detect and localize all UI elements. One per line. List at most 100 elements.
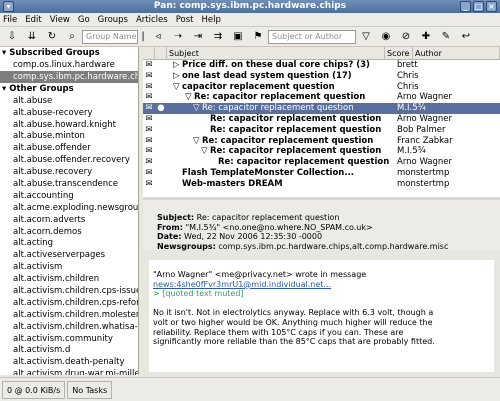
group-item[interactable]: alt.activism.children.whatisa-pedo	[0, 321, 138, 333]
transfer-rate: 0 @ 0.0 KiB/s	[2, 380, 66, 399]
column-subject[interactable]: Subject	[167, 47, 385, 59]
subject-author-search[interactable]: Subject or Author	[268, 29, 356, 44]
group-item[interactable]: alt.activism.children.molesters	[0, 309, 138, 321]
group-item[interactable]: comp.os.linux.hardware	[0, 59, 138, 71]
ignore-icon[interactable]: ⊘	[399, 30, 413, 44]
subject-text: Re: capacitor replacement question	[202, 135, 374, 146]
thread-expander-icon[interactable]: ▷	[173, 71, 182, 82]
group-item[interactable]: alt.abuse.offender	[0, 142, 138, 154]
group-item[interactable]: alt.abuse.howard.knight	[0, 119, 138, 131]
toolbar: ⇩ ⇊ ↻ ⌕ Group Name | ◃ ➝ ⇥ ⇉ ▣ ⚑ Subject…	[0, 27, 500, 47]
menu-edit[interactable]: Edit	[25, 15, 41, 25]
group-item[interactable]: alt.acorn.demos	[0, 226, 138, 238]
article-row[interactable]: ✉ Re: capacitor replacement question Arno …	[143, 157, 500, 168]
article-row[interactable]: ✉ ▷ Price diff. on these dual core chips? …	[143, 60, 500, 71]
group-item[interactable]: alt.acorn.adverts	[0, 214, 138, 226]
article-row[interactable]: ✉ ▽ Re: capacitor replacement question Arno…	[143, 92, 500, 103]
article-row[interactable]: ✉ ▽ capacitor replacement question Chris	[143, 82, 500, 93]
next-thread-icon[interactable]: ⇉	[211, 30, 225, 44]
score-icon[interactable]: ✚	[419, 30, 433, 44]
task-status[interactable]: No Tasks	[67, 380, 113, 399]
group-item[interactable]: alt.activism	[0, 261, 138, 273]
article-row[interactable]: ✉ Flash TemplateMonster Collection... mons…	[143, 168, 500, 179]
get-new-headers-icon[interactable]: ⇩	[5, 30, 19, 44]
group-item[interactable]: alt.abuse.recovery	[0, 166, 138, 178]
thread-expander-icon[interactable]: ▽	[173, 82, 182, 93]
subject-text: Price diff. on these dual core chips? (3…	[182, 60, 370, 70]
subject-text: capacitor replacement question	[182, 81, 335, 92]
maximize-icon[interactable]: □	[473, 1, 484, 12]
group-item-selected[interactable]: comp.sys.ibm.pc.hardware.chips	[0, 70, 138, 83]
menu-go[interactable]: Go	[78, 15, 90, 25]
article-subject: ▽ Re: capacitor replacement question	[167, 92, 397, 103]
group-item[interactable]: alt.activism.d	[0, 344, 138, 356]
thread-expander-icon[interactable]: ▽	[193, 103, 202, 114]
envelope-icon: ✉	[145, 103, 153, 114]
group-item[interactable]: alt.activism.children.cps-issues	[0, 285, 138, 297]
go-forward-icon[interactable]: ➝	[171, 30, 185, 44]
get-all-headers-icon[interactable]: ⇊	[25, 30, 39, 44]
article-body: "Arno Wagner" <me@privacy.net> wrote in …	[149, 260, 494, 372]
envelope-icon: ✉	[145, 167, 153, 178]
column-action[interactable]	[155, 47, 167, 59]
article-row[interactable]: ✉ Web-masters DREAM monstertmp	[143, 179, 500, 190]
save-icon[interactable]: ▣	[231, 30, 245, 44]
group-item[interactable]: alt.activism.children	[0, 273, 138, 285]
menu-help[interactable]: Help	[201, 15, 220, 25]
article-row-selected[interactable]: ✉ ● ▽ Re: capacitor replacement question M.I…	[143, 103, 500, 114]
group-item[interactable]: alt.abuse-recovery	[0, 107, 138, 119]
next-unread-icon[interactable]: ⇥	[191, 30, 205, 44]
article-row[interactable]: ✉ ▽ Re: capacitor replacement question M.I.…	[143, 146, 500, 157]
thread-expander-icon[interactable]: ▽	[201, 146, 210, 157]
menu-groups[interactable]: Groups	[98, 15, 128, 25]
subscribed-groups-header[interactable]: ▾ Subscribed Groups	[0, 47, 138, 59]
group-item[interactable]: alt.abuse.transcendence	[0, 178, 138, 190]
minimize-icon[interactable]: _	[460, 1, 471, 12]
window-menu-icon[interactable]: ▾	[3, 1, 14, 12]
article-row[interactable]: ✉ Re: capacitor replacement question Arno …	[143, 114, 500, 125]
column-score[interactable]: Score	[385, 47, 413, 59]
close-icon[interactable]: ×	[486, 1, 497, 12]
article-row[interactable]: ✉ ▽ Re: capacitor replacement question Fran…	[143, 136, 500, 147]
column-author[interactable]: Author	[413, 47, 500, 59]
group-name-input[interactable]: Group Name	[82, 29, 138, 44]
column-read-status[interactable]	[143, 47, 155, 59]
quoted-text-muted[interactable]: > [quoted text muted]	[153, 289, 492, 299]
menu-post[interactable]: Post	[176, 15, 194, 25]
group-item[interactable]: alt.acting	[0, 237, 138, 249]
group-item[interactable]: alt.activeserverpages	[0, 249, 138, 261]
group-item[interactable]: alt.activism.children.cps-reform	[0, 297, 138, 309]
group-item[interactable]: alt.abuse	[0, 95, 138, 107]
article-row[interactable]: ✉ ▷ one last dead system question (17) Chri…	[143, 71, 500, 82]
other-groups-header[interactable]: ▾ Other Groups	[0, 83, 138, 95]
quote-link[interactable]: news:4she0fFvr3mrU1@mid.individual.net..…	[153, 280, 492, 290]
subject-text: Web-masters DREAM	[182, 178, 283, 189]
article-row[interactable]: ✉ Re: capacitor replacement question Bob P…	[143, 125, 500, 136]
thread-expander-icon[interactable]: ▽	[193, 136, 202, 147]
go-back-icon[interactable]: ◃	[151, 30, 165, 44]
group-item[interactable]: alt.abuse.offender.recovery	[0, 154, 138, 166]
flag-icon[interactable]: ⚑	[251, 30, 265, 44]
subject-text: Re: capacitor replacement question	[210, 124, 382, 135]
date-header: Date: Wed, 22 Nov 2006 12:35:30 -0000	[157, 232, 323, 241]
group-item[interactable]: alt.activism.community	[0, 333, 138, 345]
menu-file[interactable]: File	[3, 15, 17, 25]
header-list-columns: Subject Score Author	[143, 47, 500, 60]
group-item[interactable]: alt.activism.death-penalty	[0, 356, 138, 368]
thread-expander-icon[interactable]: ▽	[185, 92, 194, 103]
watch-icon[interactable]: ◉	[379, 30, 393, 44]
thread-expander-icon[interactable]: ▷	[173, 60, 182, 71]
menu-articles[interactable]: Articles	[136, 15, 168, 25]
post-icon[interactable]: ✎	[439, 30, 453, 44]
group-item[interactable]: alt.acme.exploding.newsgroup	[0, 202, 138, 214]
subject-header: Subject: Re: capacitor replacement quest…	[157, 213, 340, 222]
group-item[interactable]: alt.activism.drug-war.mj-millenni	[0, 368, 138, 375]
filter-icon[interactable]: ▽	[359, 30, 373, 44]
refresh-icon[interactable]: ↻	[45, 30, 59, 44]
reply-icon[interactable]: ↩	[459, 30, 473, 44]
menu-view[interactable]: View	[50, 15, 70, 25]
article-status-icon	[155, 179, 167, 190]
group-item[interactable]: alt.accounting	[0, 190, 138, 202]
search-icon[interactable]: ⌕	[65, 30, 79, 44]
group-item[interactable]: alt.abuse.minton	[0, 130, 138, 142]
